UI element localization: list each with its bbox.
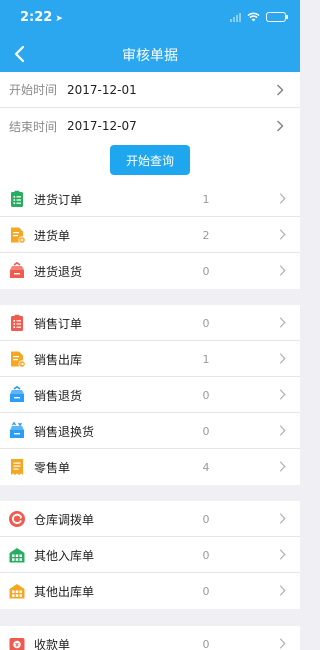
chevron-right-icon [279, 635, 286, 650]
start-date-row[interactable]: 开始时间 2017-12-01 [0, 72, 300, 108]
status-time-text: 2:22 [20, 10, 53, 25]
start-query-button[interactable]: 开始查询 [110, 145, 190, 175]
item-count: 1 [202, 192, 210, 206]
item-count: 0 [202, 584, 210, 598]
item-count: 4 [202, 460, 210, 474]
payment-icon [8, 635, 26, 650]
item-count: 0 [202, 424, 210, 438]
item-label: 进货退货 [34, 264, 83, 279]
status-icons [230, 12, 288, 22]
warehouse-out-icon [8, 582, 26, 600]
item-count: 0 [202, 637, 210, 650]
chevron-right-icon [279, 510, 286, 529]
item-label: 其他入库单 [34, 548, 95, 563]
battery-icon [266, 12, 288, 22]
chevron-right-icon [279, 190, 286, 209]
item-count: 0 [202, 316, 210, 330]
box-return-icon [8, 262, 26, 280]
item-label: 销售退换货 [34, 424, 95, 439]
clipboard-list-icon [8, 314, 26, 332]
chevron-right-icon [279, 226, 286, 245]
chevron-right-icon [276, 83, 284, 96]
item-count: 0 [202, 388, 210, 402]
chevron-right-icon [279, 458, 286, 477]
list-item[interactable]: 其他入库单 0 [0, 537, 300, 573]
start-date-value: 2017-12-01 [67, 82, 137, 97]
end-date-label: 结束时间 [9, 119, 58, 134]
clipboard-list-icon [8, 190, 26, 208]
chevron-right-icon [279, 582, 286, 601]
list-item[interactable]: 零售单 4 [0, 449, 300, 485]
item-count: 2 [202, 228, 210, 242]
document-out-icon [8, 350, 26, 368]
receipt-icon [8, 458, 26, 476]
chevron-right-icon [279, 546, 286, 565]
chevron-right-icon [279, 314, 286, 333]
item-label: 收款单 [34, 637, 71, 650]
chevron-right-icon [279, 422, 286, 441]
status-time: 2:22 ➤ [20, 10, 63, 25]
item-label: 进货单 [34, 228, 71, 243]
list-item[interactable]: 销售退换货 0 [0, 413, 300, 449]
list-item[interactable]: 收款单 0 [0, 626, 300, 650]
header: 2:22 ➤ 审核单据 [0, 0, 300, 72]
cellular-signal-icon [230, 12, 241, 22]
box-return-icon [8, 386, 26, 404]
item-count: 1 [202, 352, 210, 366]
list-item[interactable]: 销售出库 1 [0, 341, 300, 377]
location-arrow-icon: ➤ [55, 14, 63, 24]
page-title: 审核单据 [122, 48, 178, 64]
item-label: 零售单 [34, 460, 71, 475]
item-label: 销售订单 [34, 316, 83, 331]
nav-bar: 审核单据 [0, 36, 300, 72]
list-item[interactable]: 销售退货 0 [0, 377, 300, 413]
item-label: 仓库调拨单 [34, 512, 95, 527]
start-date-label: 开始时间 [9, 83, 58, 97]
warehouse-in-icon [8, 546, 26, 564]
item-count: 0 [202, 264, 210, 278]
list-item[interactable]: 仓库调拨单 0 [0, 501, 300, 537]
item-count: 0 [202, 548, 210, 562]
list-item[interactable]: 进货订单 1 [0, 181, 300, 217]
end-date-value: 2017-12-07 [67, 119, 137, 133]
item-label: 进货订单 [34, 192, 83, 207]
list-item[interactable]: 进货单 2 [0, 217, 300, 253]
status-bar: 2:22 ➤ [0, 0, 300, 36]
item-label: 销售出库 [34, 352, 83, 367]
list-item[interactable]: 销售订单 0 [0, 305, 300, 341]
chevron-right-icon [276, 120, 284, 132]
transfer-circle-icon [8, 510, 26, 528]
chevron-right-icon [279, 350, 286, 369]
chevron-right-icon [279, 262, 286, 281]
item-label: 销售退货 [34, 388, 83, 403]
item-label: 其他出库单 [34, 584, 95, 599]
item-count: 0 [202, 512, 210, 526]
box-exchange-icon [8, 422, 26, 440]
wifi-icon [247, 12, 260, 22]
list-item[interactable]: 其他出库单 0 [0, 573, 300, 609]
chevron-right-icon [279, 386, 286, 405]
list-item[interactable]: 进货退货 0 [0, 253, 300, 289]
document-add-icon [8, 226, 26, 244]
end-date-row[interactable]: 结束时间 2017-12-07 [0, 108, 300, 144]
